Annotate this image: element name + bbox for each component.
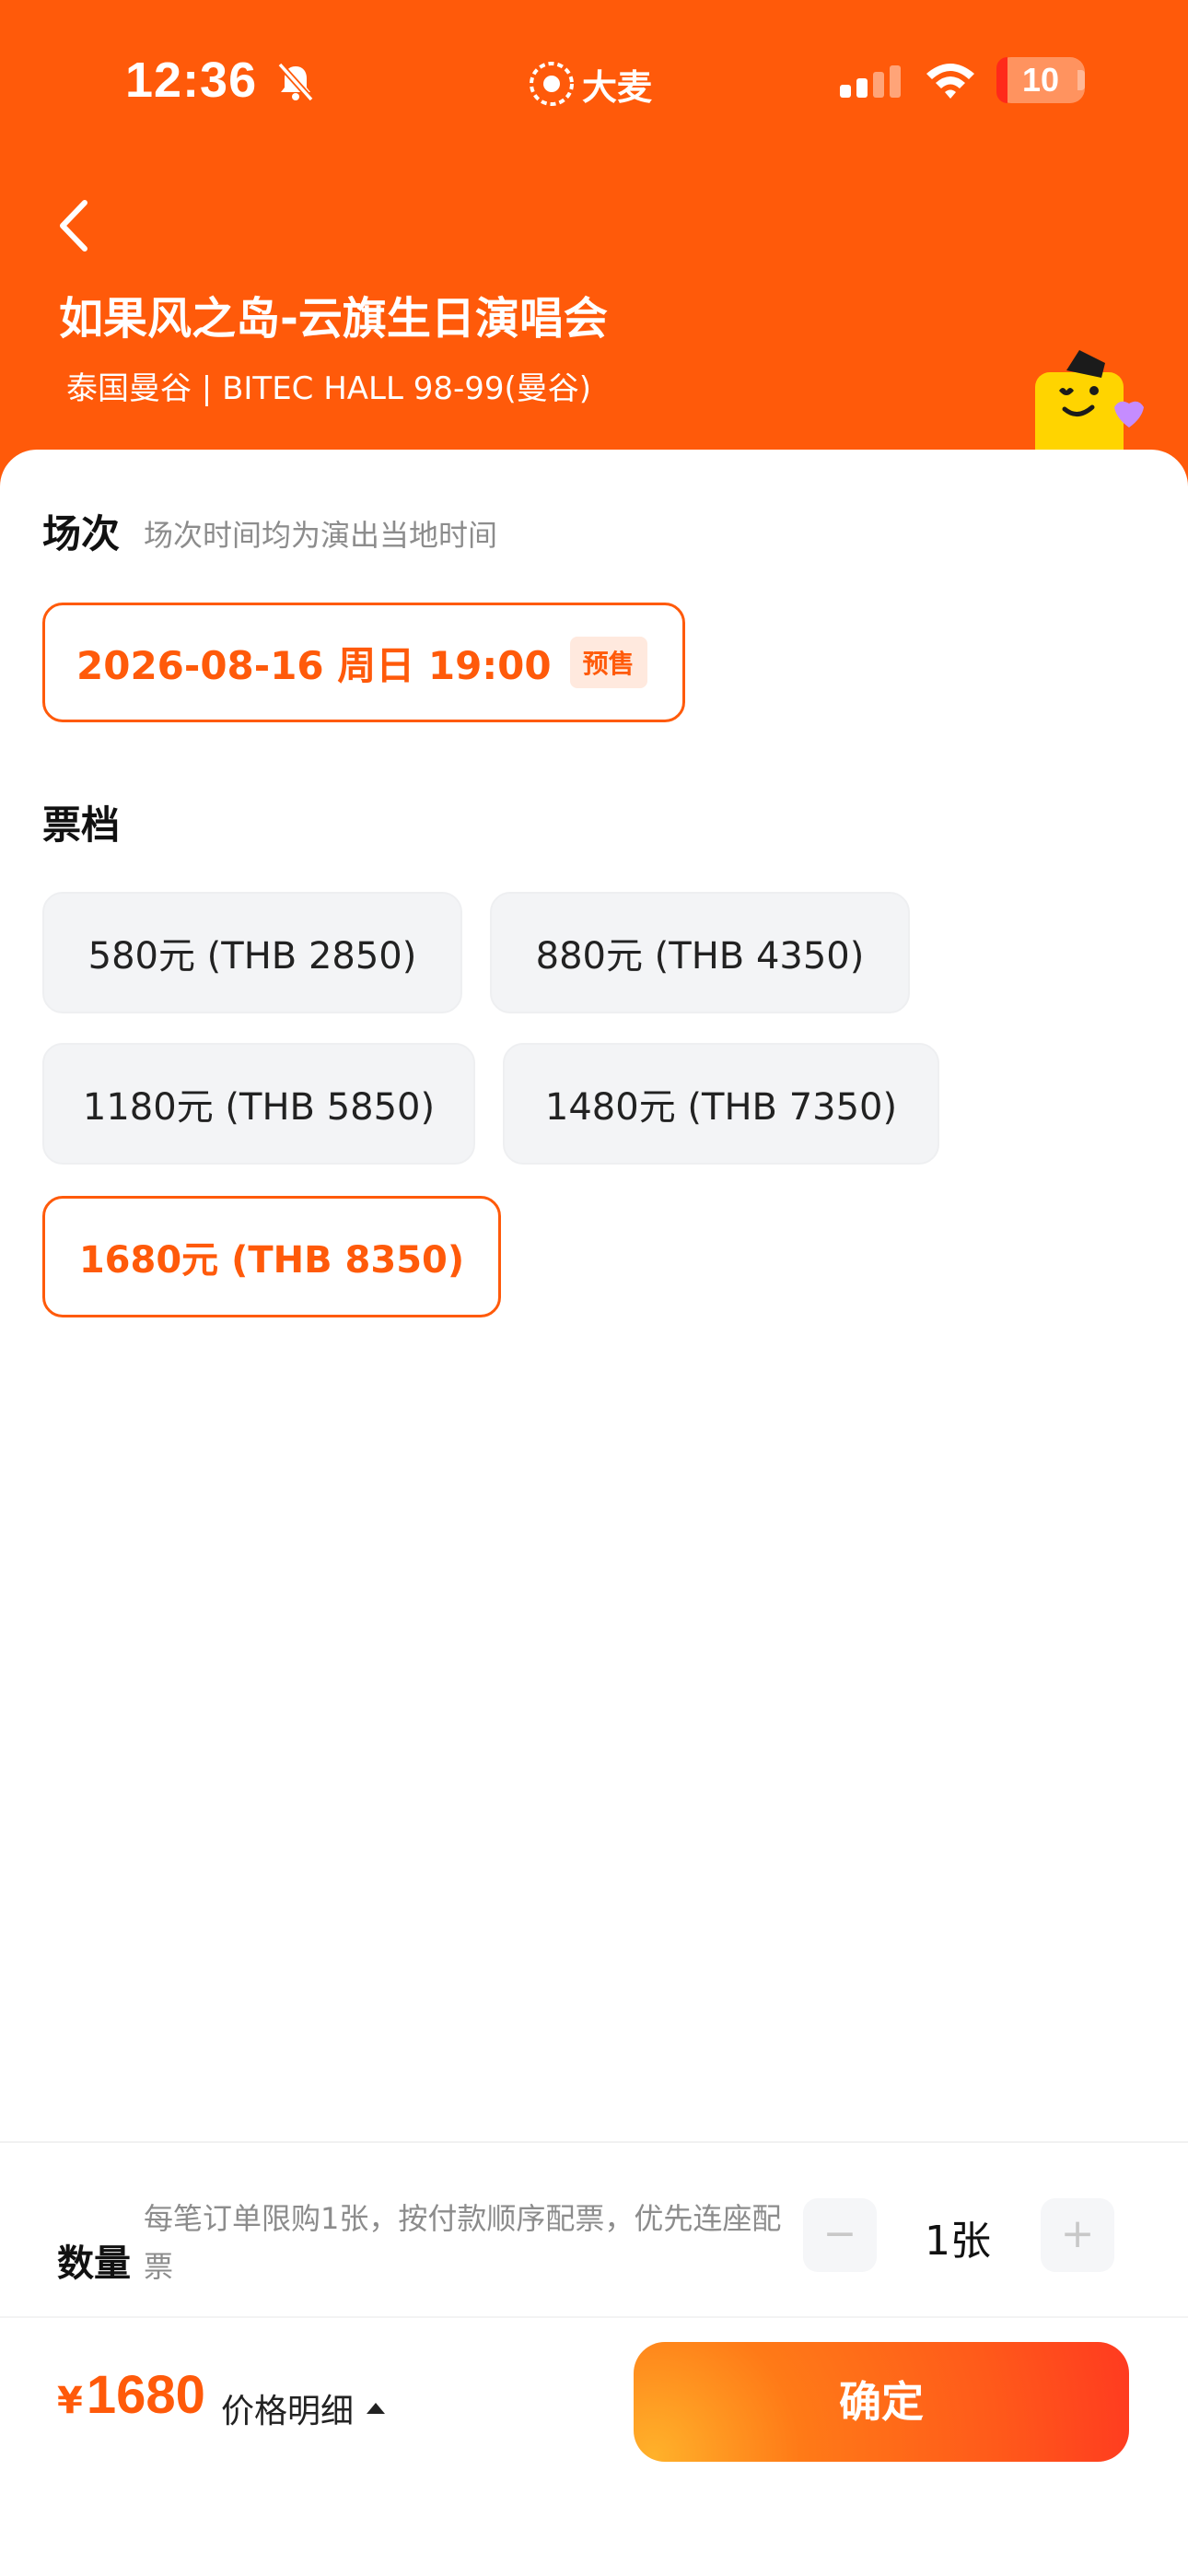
cellular-signal-icon [840, 65, 901, 98]
price-amount: 1680 [86, 2365, 205, 2425]
price-currency: ¥ [57, 2380, 83, 2422]
brand: 大麦 [529, 61, 653, 108]
tier-option-selected[interactable]: 1680元 (THB 8350) [42, 1196, 501, 1317]
status-time: 12:36 [125, 53, 258, 108]
event-title: 如果风之岛-云旗生日演唱会 [59, 293, 608, 345]
tier-option[interactable]: 1180元 (THB 5850) [42, 1043, 475, 1165]
price-detail-label: 价格明细 [221, 2393, 355, 2430]
tier-section-title: 票档 [42, 802, 121, 848]
quantity-increase-button[interactable]: + [1041, 2198, 1114, 2272]
confirm-button[interactable]: 确定 [634, 2342, 1129, 2462]
battery-level: 10 [1021, 61, 1060, 99]
bell-off-icon [277, 62, 314, 102]
price-detail-toggle[interactable]: 价格明细 [221, 2384, 386, 2432]
total-price: ¥ 1680 [57, 2364, 205, 2426]
session-option-selected[interactable]: 2026-08-16 周日 19:00 预售 [42, 603, 685, 722]
damai-logo-icon [530, 62, 574, 106]
header: 12:36 大麦 10 如果风之岛-云旗生日演唱会 泰国曼谷 | BITEC H… [0, 0, 1188, 516]
tier-option[interactable]: 880元 (THB 4350) [490, 892, 910, 1013]
status-bar: 12:36 大麦 10 [0, 0, 1188, 157]
tier-option[interactable]: 580元 (THB 2850) [42, 892, 462, 1013]
presale-badge: 预售 [569, 637, 647, 688]
quantity-limit-note: 每笔订单限购1张，按付款顺序配票，优先连座配票 [144, 2201, 782, 2284]
session-date: 2026-08-16 周日 19:00 [76, 642, 552, 688]
tier-option[interactable]: 1480元 (THB 7350) [503, 1043, 939, 1165]
session-section-title: 场次 [42, 511, 121, 556]
bottom-panel: 数量 每笔订单限购1张，按付款顺序配票，优先连座配票 − 1张 + ¥ 1680… [0, 2141, 1188, 2576]
battery-indicator: 10 [996, 57, 1085, 103]
caret-up-icon [367, 2403, 386, 2414]
back-arrow-icon[interactable] [52, 193, 98, 258]
wifi-icon [926, 64, 974, 99]
ticket-selection-screen: 12:36 大麦 10 如果风之岛-云旗生日演唱会 泰国曼谷 | BITEC H… [0, 0, 1188, 2576]
divider [0, 2316, 1188, 2318]
quantity-label: 数量 [57, 2242, 131, 2285]
session-hint: 场次时间均为演出当地时间 [144, 518, 498, 553]
quantity-value: 1张 [925, 2218, 991, 2265]
quantity-decrease-button[interactable]: − [803, 2198, 877, 2272]
event-venue: 泰国曼谷 | BITEC HALL 98-99(曼谷) [66, 370, 592, 407]
brand-name: 大麦 [582, 66, 653, 108]
battery-cap [1077, 70, 1085, 90]
